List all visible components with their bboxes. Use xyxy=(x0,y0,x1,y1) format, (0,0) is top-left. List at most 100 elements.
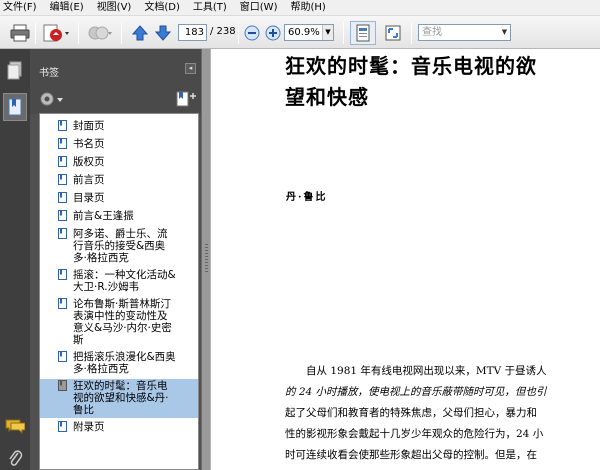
bookmark-page-icon xyxy=(58,156,67,167)
bookmark-list: 封面页书名页版权页前言页目录页前言&王逢振阿多诺、爵士乐、流 行音乐的接受&西奥多… xyxy=(39,113,199,470)
panel-title: 书签 xyxy=(39,68,59,79)
menu-item[interactable]: 文件(F) xyxy=(3,1,37,15)
arrow-up-icon xyxy=(131,25,149,41)
bookmark-item[interactable]: 前言页 xyxy=(40,173,198,188)
collaborate-icon xyxy=(88,26,112,40)
panel-splitter[interactable] xyxy=(201,49,211,470)
bookmark-item[interactable]: 论布鲁斯·斯普林斯汀 表演中性的变动性及 意义&马沙·内尔·史密斯 xyxy=(40,297,198,348)
search-input[interactable]: 查找 ▼ xyxy=(418,24,511,41)
bookmark-label-line: 大卫·R.沙姆韦 xyxy=(73,281,140,293)
toolbar-separator xyxy=(78,22,79,44)
zoom-out-button[interactable] xyxy=(241,23,263,43)
chapter-author: 丹·鲁比 xyxy=(286,192,328,203)
comments-panel-button[interactable] xyxy=(3,412,27,440)
zoom-level-select[interactable]: 60.9% ▼ xyxy=(284,24,334,41)
bookmark-label-line: 多·格拉西克 xyxy=(73,363,129,375)
bookmark-item[interactable]: 狂欢的时髦：音乐电 视的欲望和快感&丹· 鲁比 xyxy=(40,379,198,418)
body-line: 起了父母们和教育者的特殊焦虑，父母们担心，暴力和 xyxy=(285,407,537,419)
pages-panel-button[interactable] xyxy=(3,57,27,85)
arrow-down-icon xyxy=(154,25,172,41)
gear-icon xyxy=(40,92,63,106)
menu-item[interactable]: 文档(D) xyxy=(144,1,180,15)
bookmark-label-line: 鲁比 xyxy=(73,404,94,416)
bookmark-item[interactable]: 目录页 xyxy=(40,191,198,206)
bookmark-page-icon xyxy=(58,298,67,309)
bookmark-item[interactable]: 版权页 xyxy=(40,155,198,170)
zoom-in-icon xyxy=(265,25,281,41)
page-number-input[interactable]: 183 xyxy=(178,24,207,41)
fit-page-button[interactable] xyxy=(350,21,376,45)
zoom-in-button[interactable] xyxy=(262,23,284,43)
menu-item[interactable]: 视图(V) xyxy=(97,1,132,15)
bookmark-label-line: 版权页 xyxy=(73,156,105,168)
bookmark-page-icon xyxy=(58,421,67,432)
next-page-button[interactable] xyxy=(152,23,174,43)
toolbar: 183 / 238 60.9% ▼ 查找 ▼ xyxy=(0,16,600,49)
chevron-down-icon[interactable]: ▼ xyxy=(322,25,333,40)
bookmark-page-icon xyxy=(58,380,67,391)
bookmark-item[interactable]: 阿多诺、爵士乐、流 行音乐的接受&西奥 多·格拉西克 xyxy=(40,227,198,266)
bookmark-page-icon xyxy=(58,269,67,280)
bookmark-label-line: 狂欢的时髦：音乐电 xyxy=(73,380,168,392)
chapter-body: 自从 1981 年有线电视网出现以来，MTV 于昼诱人 的 24 小时播放，使电… xyxy=(285,361,597,466)
bookmark-page-icon xyxy=(58,228,67,239)
chevron-down-icon[interactable]: ▼ xyxy=(499,25,510,40)
bookmark-page-icon xyxy=(58,174,67,185)
create-pdf-button[interactable] xyxy=(41,23,71,43)
bookmark-label-line: 封面页 xyxy=(73,120,105,132)
options-menu-button[interactable] xyxy=(39,90,65,108)
bookmark-page-icon xyxy=(58,120,67,131)
body-line: 自从 1981 年有线电视网出现以来，MTV 于昼诱人 xyxy=(285,365,547,377)
attachments-panel-button[interactable] xyxy=(3,444,27,470)
bookmark-label-line: 目录页 xyxy=(73,192,105,204)
bookmark-item[interactable]: 把摇滚乐浪漫化&西奥 多·格拉西克 xyxy=(40,350,198,377)
menu-bar: 文件(F) 编辑(E) 视图(V) 文档(D) 工具(T) 窗口(W) 帮助(H) xyxy=(0,0,600,16)
bookmark-item[interactable]: 前言&王逢振 xyxy=(40,209,198,224)
bookmarks-icon xyxy=(8,98,22,116)
chapter-title-line: 狂欢的时髦：音乐电视的欲 xyxy=(285,54,537,78)
menu-item[interactable]: 窗口(W) xyxy=(240,1,278,15)
bookmark-label-line: 意义&马沙·内尔·史密 xyxy=(73,322,172,334)
bookmark-label-line: 表演中性的变动性及 xyxy=(73,310,168,322)
new-bookmark-button[interactable] xyxy=(175,90,197,108)
new-bookmark-icon xyxy=(176,91,196,107)
collaborate-button[interactable] xyxy=(86,23,114,43)
document-view[interactable]: 狂欢的时髦：音乐电视的欲 望和快感 丹·鲁比 自从 1981 年有线电视网出现以… xyxy=(211,49,600,470)
bookmark-label-line: 视的欲望和快感&丹· xyxy=(73,392,169,404)
create-pdf-icon xyxy=(43,24,69,42)
bookmark-item[interactable]: 附录页 xyxy=(40,420,198,435)
zoom-out-icon xyxy=(244,25,260,41)
fit-page-icon xyxy=(356,24,370,42)
collapse-panel-button[interactable]: ◂ xyxy=(185,63,196,74)
bookmark-label-line: 行音乐的接受&西奥 xyxy=(73,240,166,252)
comments-icon xyxy=(5,419,25,434)
print-button[interactable] xyxy=(9,23,31,43)
chapter-title: 狂欢的时髦：音乐电视的欲 望和快感 xyxy=(285,51,597,113)
bookmarks-panel-button[interactable] xyxy=(3,93,27,121)
toolbar-separator xyxy=(238,22,239,44)
paperclip-icon xyxy=(9,450,23,466)
chapter-title-line: 望和快感 xyxy=(285,85,369,109)
page-total-label: / 238 xyxy=(210,26,236,37)
toolbar-separator xyxy=(121,22,122,44)
bookmark-page-icon xyxy=(58,351,67,362)
bookmark-label-line: 多·格拉西克 xyxy=(73,252,129,264)
bookmark-item[interactable]: 书名页 xyxy=(40,137,198,152)
menu-item[interactable]: 工具(T) xyxy=(193,1,227,15)
panel-toolbar xyxy=(30,84,201,114)
bookmark-page-icon xyxy=(58,210,67,221)
navigation-rail xyxy=(0,49,30,470)
bookmark-item[interactable]: 摇滚：一种文化活动& 大卫·R.沙姆韦 xyxy=(40,268,198,295)
menu-item[interactable]: 帮助(H) xyxy=(290,1,325,15)
menu-item[interactable]: 编辑(E) xyxy=(50,1,84,15)
toolbar-separator xyxy=(343,22,344,44)
full-screen-button[interactable] xyxy=(382,23,404,43)
previous-page-button[interactable] xyxy=(129,23,151,43)
bookmark-label-line: 前言页 xyxy=(73,174,105,186)
pages-icon xyxy=(7,61,22,80)
full-screen-icon xyxy=(385,25,401,41)
bookmark-label-line: 把摇滚乐浪漫化&西奥 xyxy=(73,351,176,363)
search-placeholder: 查找 xyxy=(422,27,442,38)
bookmark-item[interactable]: 封面页 xyxy=(40,119,198,134)
splitter-grip[interactable] xyxy=(205,244,208,274)
